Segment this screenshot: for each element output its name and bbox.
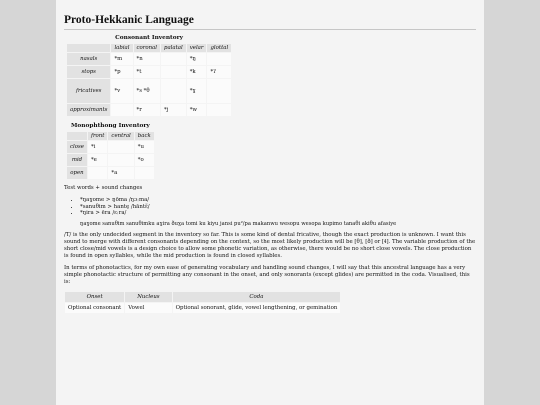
table-cell: *s *θ	[133, 79, 160, 103]
table-cell: *i	[87, 141, 108, 153]
table-cell	[207, 53, 232, 65]
page-title: Proto-Hekkanic Language	[64, 14, 476, 30]
table-cell: *t	[133, 66, 160, 78]
page: Proto-Hekkanic Language Consonant Invent…	[56, 0, 484, 405]
table-cell: *j	[161, 104, 186, 116]
table-cell	[134, 167, 154, 179]
table-cell: *o	[134, 154, 154, 166]
table-cell	[161, 79, 186, 103]
test-heading: Test words + sound changes	[64, 185, 143, 191]
row-header: stops	[67, 66, 111, 78]
paragraph-segments: /T/ is the only undecided segment in the…	[64, 231, 476, 259]
table-cell: *ɣ	[186, 79, 207, 103]
list-item: *ŋira > ēra /ɛːra/	[80, 210, 476, 217]
paragraph-phonotactics: In terms of phonotactics, for my own eas…	[64, 264, 470, 285]
vowel-table: Monophthong Inventory front central back…	[66, 121, 155, 180]
table-cell	[207, 104, 232, 116]
table-cell: *m	[111, 53, 133, 65]
row-header: approximants	[67, 104, 111, 116]
table-cell: *ʔ	[207, 66, 232, 78]
table-corner	[67, 44, 111, 52]
table-cell	[87, 167, 108, 179]
table-cell: *p	[111, 66, 133, 78]
col-header: glottal	[207, 44, 232, 52]
list-item: *ŋaɣome > ŋōma /ŋɔːma/	[80, 197, 476, 204]
col-header: coronal	[133, 44, 160, 52]
table-cell: *v	[111, 79, 133, 103]
table-cell: *e	[87, 154, 108, 166]
table-cell	[108, 141, 134, 153]
table-cell	[108, 154, 134, 166]
table-cell: *ŋ	[186, 53, 207, 65]
table-cell	[111, 104, 133, 116]
row-header: close	[67, 141, 87, 153]
table-cell: Optional consonant	[65, 302, 125, 313]
col-header: Nucleus	[125, 291, 172, 302]
table-cell: *a	[108, 167, 134, 179]
col-header: Coda	[172, 291, 341, 302]
table-cell: *u	[134, 141, 154, 153]
col-header: back	[134, 132, 154, 140]
phonotactics-table: Onset Nucleus Coda Optional consonant Vo…	[64, 291, 341, 314]
row-header: nasals	[67, 53, 111, 65]
table-cell	[161, 53, 186, 65]
col-header: velar	[186, 44, 207, 52]
row-header: open	[67, 167, 87, 179]
vowel-caption: Monophthong Inventory	[70, 123, 150, 129]
table-cell: *n	[133, 53, 160, 65]
table-cell: Vowel	[125, 302, 172, 313]
row-header: mid	[67, 154, 87, 166]
consonant-caption: Consonant Inventory	[115, 35, 184, 41]
list-item: *sanuθim > hantę /hāntɛ̃/	[80, 204, 476, 211]
col-header: labial	[111, 44, 133, 52]
table-cell: *w	[186, 104, 207, 116]
row-header: fricatives	[67, 79, 111, 103]
col-header: palatal	[161, 44, 186, 52]
test-word-list: *ŋaɣome > ŋōma /ŋɔːma/ *sanuθim > hantę …	[64, 197, 476, 217]
col-header: Onset	[65, 291, 125, 302]
consonant-table: Consonant Inventory labial coronal palat…	[66, 33, 232, 117]
example-text: ŋaɣome sanuθim sanuθimku aɣira ðuɣa tomi…	[80, 220, 397, 227]
table-cell: *r	[133, 104, 160, 116]
article: Proto-Hekkanic Language Consonant Invent…	[56, 0, 484, 314]
table-corner	[67, 132, 87, 140]
table-cell: *k	[186, 66, 207, 78]
table-cell: Optional sonorant, glide, vowel lengthen…	[172, 302, 341, 313]
col-header: front	[87, 132, 108, 140]
table-cell	[207, 79, 232, 103]
table-cell	[161, 66, 186, 78]
col-header: central	[108, 132, 134, 140]
